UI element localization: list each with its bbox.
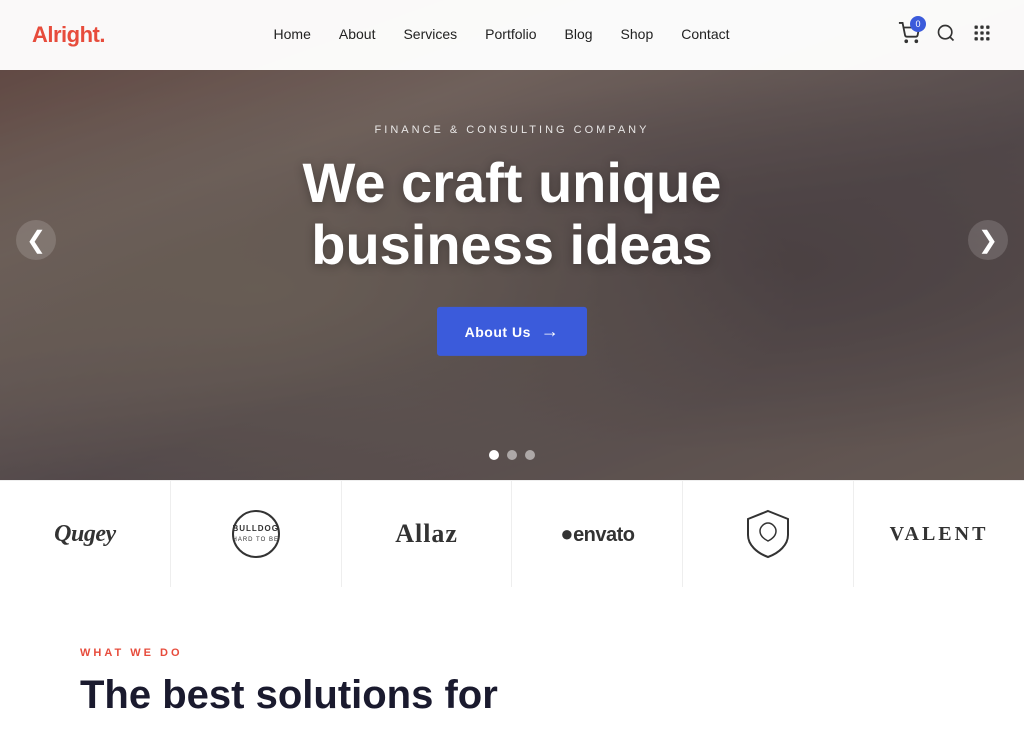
section-tag: What We Do — [80, 647, 944, 659]
brand-name: Alright — [32, 22, 99, 47]
hero-content: Finance & Consulting Company We craft un… — [212, 124, 812, 356]
hero-cta-label: About Us — [465, 324, 531, 340]
logo-envato: ●envato — [512, 481, 683, 587]
logo-envato-text: ●envato — [560, 521, 634, 547]
nav-item-home[interactable]: Home — [274, 26, 311, 42]
nav-item-portfolio[interactable]: Portfolio — [485, 26, 536, 42]
navbar-icons: 0 — [898, 22, 992, 49]
cart-button[interactable]: 0 — [898, 22, 920, 49]
logo-shield — [683, 481, 854, 587]
slider-next-button[interactable]: ❯ — [968, 220, 1008, 260]
brand-dot: . — [99, 22, 105, 47]
nav-item-services[interactable]: Services — [403, 26, 457, 42]
logo-bulldog-circle: BULLDOGHARD TO BE — [232, 510, 280, 558]
section-title: The best solutions for — [80, 671, 944, 719]
slider-dot-1[interactable] — [489, 450, 499, 460]
logo-shield-icon — [746, 509, 790, 559]
hero-section: ❮ ❯ Finance & Consulting Company We craf… — [0, 0, 1024, 480]
hero-subtitle: Finance & Consulting Company — [212, 124, 812, 136]
logo-qugey-text: Qugey — [54, 521, 115, 548]
search-button[interactable] — [936, 23, 956, 48]
logo-valent: VALENT — [854, 481, 1024, 587]
cart-badge: 0 — [910, 16, 926, 32]
slider-dot-3[interactable] — [525, 450, 535, 460]
nav-item-blog[interactable]: Blog — [565, 26, 593, 42]
brand-logo[interactable]: Alright. — [32, 22, 105, 48]
slider-dots — [489, 450, 535, 460]
slider-dot-2[interactable] — [507, 450, 517, 460]
nav-item-shop[interactable]: Shop — [621, 26, 654, 42]
navbar: Alright. Home About Services Portfolio B… — [0, 0, 1024, 70]
grid-menu-button[interactable] — [972, 23, 992, 48]
logos-strip: Qugey BULLDOGHARD TO BE Allaz ●envato VA… — [0, 480, 1024, 587]
logo-valent-text: VALENT — [890, 523, 989, 546]
logo-qugey: Qugey — [0, 481, 171, 587]
logo-allaz-text: Allaz — [395, 519, 458, 549]
logo-allaz: Allaz — [342, 481, 513, 587]
hero-cta-arrow-icon: → — [541, 321, 560, 342]
main-nav: Home About Services Portfolio Blog Shop … — [274, 26, 730, 44]
slider-prev-button[interactable]: ❮ — [16, 220, 56, 260]
logo-bulldog: BULLDOGHARD TO BE — [171, 481, 342, 587]
hero-cta-button[interactable]: About Us → — [437, 307, 588, 356]
nav-item-contact[interactable]: Contact — [681, 26, 729, 42]
nav-item-about[interactable]: About — [339, 26, 376, 42]
hero-title: We craft unique business ideas — [212, 152, 812, 275]
logo-bulldog-ring: BULLDOGHARD TO BE — [232, 510, 280, 558]
what-we-do-section: What We Do The best solutions for — [0, 587, 1024, 739]
